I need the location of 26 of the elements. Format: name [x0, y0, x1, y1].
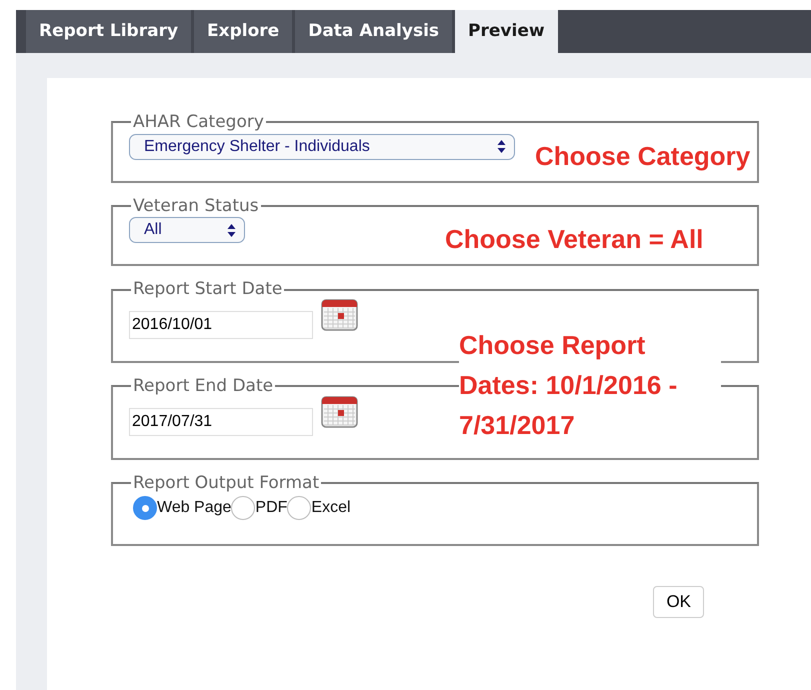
date-field[interactable]: 2017/07/31: [129, 408, 313, 436]
tab[interactable]: Data Analysis: [295, 10, 452, 53]
group-label: Report Start Date: [132, 280, 284, 300]
radio-label: Excel: [311, 498, 351, 518]
annotation-text: Choose Category: [535, 141, 750, 172]
group-label: Report Output Format: [132, 474, 320, 492]
calendar-icon[interactable]: [321, 299, 358, 332]
radio-button[interactable]: [287, 496, 312, 520]
ok-button[interactable]: OK: [653, 586, 704, 618]
radio-label: PDF: [255, 498, 288, 518]
tab[interactable]: Report Library: [26, 10, 192, 53]
radio-label: Web Page: [157, 498, 232, 518]
date-field[interactable]: 2016/10/01: [129, 311, 313, 340]
calendar-icon[interactable]: [321, 396, 358, 428]
tab[interactable]: Preview: [455, 10, 558, 53]
up-down-arrows-icon: [227, 222, 236, 238]
annotation-text: Choose Veteran = All: [445, 224, 704, 256]
dropdown[interactable]: All: [129, 217, 245, 244]
dropdown[interactable]: Emergency Shelter - Individuals: [129, 134, 515, 160]
group-label: Report End Date: [132, 377, 274, 396]
radio-button[interactable]: [133, 496, 157, 520]
group-label: AHAR Category: [132, 113, 265, 132]
tab[interactable]: Explore: [194, 10, 292, 53]
group-label: Veteran Status: [132, 196, 260, 216]
radio-button[interactable]: [231, 496, 256, 520]
up-down-arrows-icon: [497, 139, 506, 154]
